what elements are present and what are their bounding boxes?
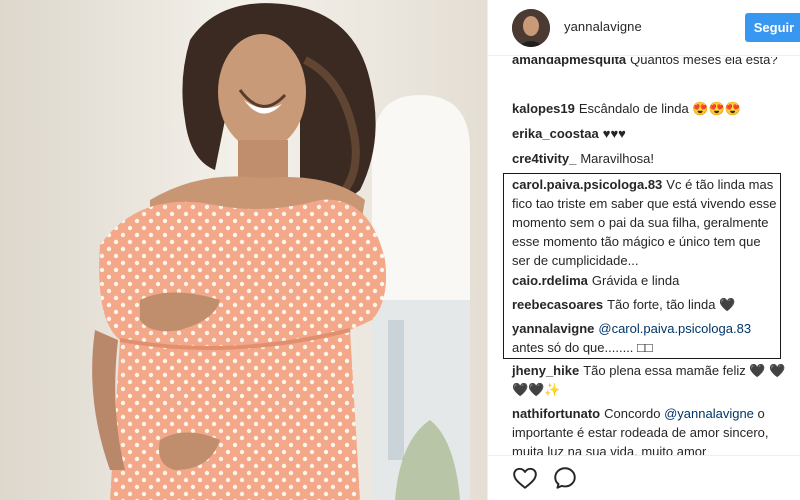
comment-item: nathifortunato Concordo @yannalavigne o i… xyxy=(512,404,794,455)
comment-author[interactable]: cre4tivity_ xyxy=(512,151,576,166)
post-photo-image xyxy=(0,0,487,500)
comments-list[interactable]: amandapmesquita Quantos meses ela está? k… xyxy=(488,57,800,455)
comment-text: Concordo xyxy=(604,406,661,421)
post-actions xyxy=(488,455,800,500)
comment-author[interactable]: reebecasoares xyxy=(512,297,603,312)
comment-item: kalopes19 Escândalo de linda 😍😍😍 xyxy=(512,99,794,118)
comment-text: antes só do que........ □□ xyxy=(512,340,653,355)
comment-item: reebecasoares Tão forte, tão linda 🖤 xyxy=(512,295,794,314)
comment-icon[interactable] xyxy=(552,465,578,491)
comment-item: amandapmesquita Quantos meses ela está? xyxy=(512,57,794,69)
avatar[interactable] xyxy=(512,9,550,47)
comment-text: ♥♥♥ xyxy=(602,126,626,141)
heart-icon[interactable] xyxy=(512,465,538,491)
comment-author[interactable]: erika_coostaa xyxy=(512,126,599,141)
post-sidebar: yannalavigne Seguir amandapmesquita Quant… xyxy=(487,0,800,500)
post-author-username[interactable]: yannalavigne xyxy=(564,19,642,34)
comment-item: cre4tivity_ Maravilhosa! xyxy=(512,149,794,168)
comment-mention[interactable]: @yannalavigne xyxy=(664,406,754,421)
comment-item: carol.paiva.psicologa.83 Vc é tão linda m… xyxy=(512,175,782,270)
comment-mention[interactable]: @carol.paiva.psicologa.83 xyxy=(598,321,751,336)
avatar-image xyxy=(512,9,550,47)
comment-text: Maravilhosa! xyxy=(580,151,655,166)
comment-text: Tão forte, tão linda 🖤 xyxy=(607,297,736,312)
comment-item: caio.rdelima Grávida e linda xyxy=(512,271,794,290)
post-photo xyxy=(0,0,487,500)
comment-item: jheny_hike Tão plena essa mamãe feliz 🖤 🖤… xyxy=(512,361,794,399)
comment-author[interactable]: carol.paiva.psicologa.83 xyxy=(512,177,662,192)
comment-text: Escândalo de linda 😍😍😍 xyxy=(578,101,741,116)
comment-author[interactable]: kalopes19 xyxy=(512,101,575,116)
comment-text: Grávida e linda xyxy=(591,273,680,288)
post-header: yannalavigne Seguir xyxy=(488,0,800,56)
comment-author[interactable]: nathifortunato xyxy=(512,406,600,421)
comment-author[interactable]: jheny_hike xyxy=(512,363,579,378)
comment-author[interactable]: amandapmesquita xyxy=(512,57,626,67)
follow-button[interactable]: Seguir xyxy=(745,13,800,42)
comment-author[interactable]: caio.rdelima xyxy=(512,273,588,288)
comment-author[interactable]: yannalavigne xyxy=(512,321,594,336)
comment-item: yannalavigne @carol.paiva.psicologa.83 ant… xyxy=(512,319,782,357)
comment-text: Quantos meses ela está? xyxy=(630,57,778,67)
comment-item: erika_coostaa ♥♥♥ xyxy=(512,124,794,143)
